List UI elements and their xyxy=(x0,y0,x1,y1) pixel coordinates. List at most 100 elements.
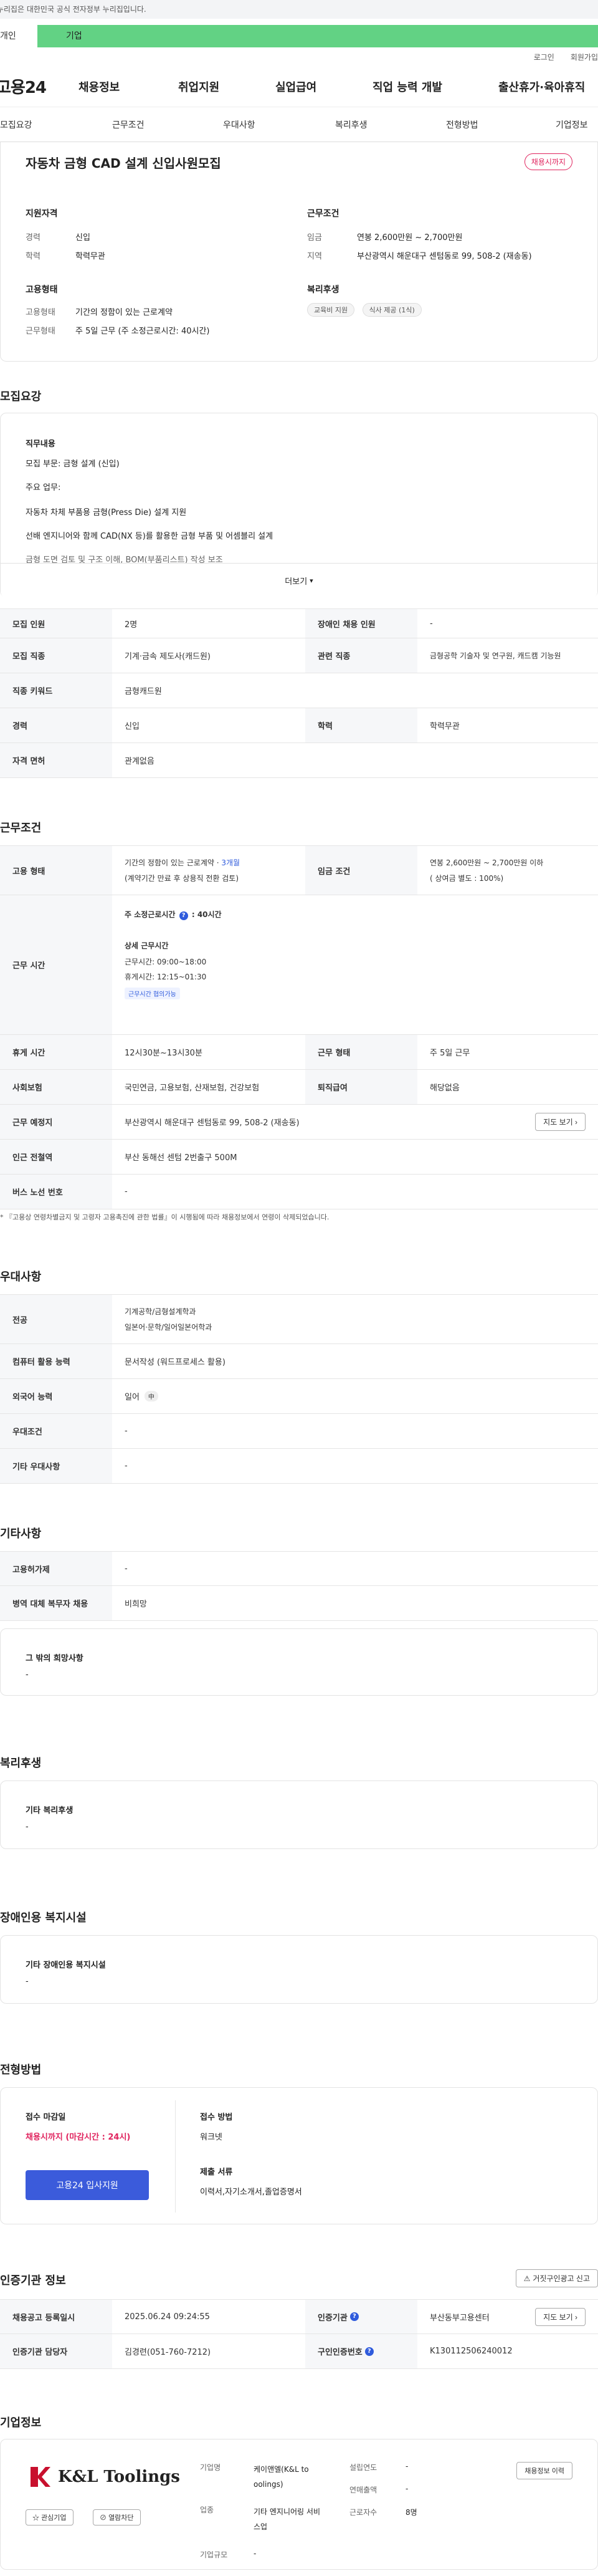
table-row: 컴퓨터 활용 능력 문서작성 (워드프로세스 활용) xyxy=(0,1344,598,1379)
apply-button[interactable]: 고용24 입사지원 xyxy=(26,2170,149,2200)
chevron-down-icon: ▾ xyxy=(310,577,313,585)
nav-jobs[interactable]: 채용정보 xyxy=(78,79,120,95)
wage-value: 연봉 2,600만원 ~ 2,700만원 xyxy=(357,233,463,243)
welfare-chip: 식사 제공 (1식) xyxy=(362,303,422,317)
table-row: 고용 형태 기간의 정함이 있는 근로계약 · 3개월 (계약기간 만료 후 상… xyxy=(0,845,598,895)
signup-link[interactable]: 회원가입 xyxy=(571,52,598,62)
duty-line: 모집 부문: 금형 설계 (신입) xyxy=(26,459,120,469)
nav-employment-support[interactable]: 취업지원 xyxy=(178,79,219,95)
company-card: K&L Toolings ☆ 관심기업 ⊘ 열람차단 기업명 케이앤엘(K&L … xyxy=(0,2439,598,2570)
info-icon[interactable]: ? xyxy=(349,2312,359,2321)
chevron-right-icon: › xyxy=(575,2312,577,2322)
table-row: 버스 노선 번호 - xyxy=(0,1175,598,1209)
work-form-label: 근무형태 xyxy=(26,327,55,336)
duty-line: 주요 업무: xyxy=(26,483,61,493)
edu-label: 학력 xyxy=(26,252,40,261)
info-icon[interactable]: ? xyxy=(364,2347,374,2356)
job-history-button[interactable]: 채용정보 이력 xyxy=(516,2462,572,2479)
subtab-company[interactable]: 기업정보 xyxy=(556,118,588,131)
table-row: 외국어 능력 일어 中 xyxy=(0,1379,598,1414)
welfare-section-title: 복리후생 xyxy=(0,1757,42,1770)
screening-title: 전형방법 xyxy=(0,2064,42,2077)
duty-line: 자동차 차체 부품용 금형(Press Die) 설계 지원 xyxy=(26,508,187,517)
table-row: 병역 대체 복무자 채용 비희망 xyxy=(0,1586,598,1621)
subtab-welfare[interactable]: 복리후생 xyxy=(335,118,368,131)
region-value: 부산광역시 해운대구 센텀동로 99, 508-2 (재송동) xyxy=(357,252,532,261)
tab-personal[interactable]: 개인 xyxy=(0,25,37,47)
welfare-title: 복리후생 xyxy=(307,285,339,295)
job-summary-card: 자동차 금형 CAD 설계 신입사원모집 채용시까지 지원자격 경력 신입 학력… xyxy=(0,142,598,362)
table-row: 인근 전철역 부산 동해선 센텀 2번출구 500M xyxy=(0,1140,598,1175)
level-tag: 中 xyxy=(144,1391,158,1401)
nav-parental-leave[interactable]: 출산휴가·육아휴직 xyxy=(498,79,585,95)
fav-company-button[interactable]: ☆ 관심기업 xyxy=(26,2509,74,2526)
edu-value: 학력무관 xyxy=(75,252,105,261)
info-icon[interactable]: ? xyxy=(179,911,188,920)
nav-unemployment[interactable]: 실업급여 xyxy=(275,79,316,95)
table-row: 사회보험 국민연금, 고용보험, 산재보험, 건강보험 퇴직급여 해당없음 xyxy=(0,1070,598,1105)
emp-type-title: 고용형태 xyxy=(26,285,58,295)
disabled-title: 장애인용 복지시설 xyxy=(0,1911,87,1925)
emp-label: 고용형태 xyxy=(26,308,55,317)
table-row: 기타 우대사항 - xyxy=(0,1449,598,1484)
welfare-card: 기타 복리후생 - xyxy=(0,1781,598,1849)
recruit-title: 모집요강 xyxy=(0,390,42,403)
table-row: 고용허가제 - xyxy=(0,1551,598,1586)
map-button[interactable]: 지도 보기 › xyxy=(535,1113,586,1131)
company-logo: K&L Toolings xyxy=(26,2463,180,2491)
career-value: 신입 xyxy=(75,233,90,243)
table-row: 전공 기계공학/금형설계학과 일본어·문학/일어일본어학과 xyxy=(0,1294,598,1344)
emp-value: 기간의 정함이 있는 근로계약 xyxy=(75,308,173,317)
login-link[interactable]: 로그인 xyxy=(534,52,554,62)
age-note: * 『고용상 연령차별금지 및 고령자 고용촉진에 관한 법률』이 시행됨에 따… xyxy=(0,1213,330,1221)
welfare-chip: 교육비 지원 xyxy=(307,303,355,317)
subtab-screening[interactable]: 전형방법 xyxy=(446,118,478,131)
career-label: 경력 xyxy=(26,233,40,243)
table-row: 근무 예정지 부산광역시 해운대구 센텀동로 99, 508-2 (재송동) 지… xyxy=(0,1105,598,1140)
subtab-recruit[interactable]: 모집요강 xyxy=(0,118,32,131)
disabled-card: 기타 장애인용 복지시설 - xyxy=(0,1935,598,2004)
subtab-prefer[interactable]: 우대사항 xyxy=(223,118,255,131)
main-nav: 고용24 채용정보 취업지원 실업급여 직업 능력 개발 출산휴가·육아휴직 xyxy=(0,66,598,107)
tab-company[interactable]: 기업 xyxy=(37,25,598,47)
agency-map-button[interactable]: 지도 보기 › xyxy=(535,2307,586,2326)
region-label: 지역 xyxy=(307,252,322,261)
util-links: 로그인 회원가입 xyxy=(0,47,598,66)
table-row: 근무 시간 주 소정근로시간 ? : 40시간 상세 근무시간 근무시간: 09… xyxy=(0,895,598,1035)
table-row: 인증기관 담당자 김경련(051-760-7212) 구인인증번호 ? K130… xyxy=(0,2334,598,2369)
company-title: 기업정보 xyxy=(0,2416,42,2429)
contract-months: 3개월 xyxy=(221,858,240,867)
divider xyxy=(175,2100,176,2213)
block-company-button[interactable]: ⊘ 열람차단 xyxy=(93,2509,141,2526)
alert-icon: ⚠ xyxy=(523,2274,531,2283)
duty-title: 직무내용 xyxy=(26,440,55,449)
work-cond-title: 근무조건 xyxy=(307,209,339,219)
hours-negotiable-tag: 근무시간 협의가능 xyxy=(125,988,180,999)
wage-label: 임금 xyxy=(307,233,322,243)
star-icon: ☆ xyxy=(32,2514,39,2522)
status-badge: 채용시까지 xyxy=(524,153,572,170)
table-row: 직종 키워드 금형캐드원 xyxy=(0,673,598,708)
deadline-value: 채용시까지 (마감시간 : 24시) xyxy=(26,2133,131,2142)
duty-line: 선배 엔지니어와 함께 CAD(NX 등)를 활용한 금형 부품 및 어셈블리 … xyxy=(26,532,273,541)
more-button[interactable]: 더보기 ▾ xyxy=(1,563,597,598)
nav-training[interactable]: 직업 능력 개발 xyxy=(373,79,442,95)
table-row: 경력 신입 학력 학력무관 xyxy=(0,708,598,743)
section-tabs: 모집요강 근무조건 우대사항 복리후생 전형방법 기업정보 xyxy=(0,107,598,142)
gov-banner: 이 누리집은 대한민국 공식 전자정부 누리집입니다. xyxy=(0,0,598,19)
table-row: 모집 직종 기계·금속 제도사(캐드원) 관련 직종 금형공학 기술자 및 연구… xyxy=(0,638,598,673)
table-row: 채용공고 등록일시 2025.06.24 09:24:55 인증기관 ? 부산동… xyxy=(0,2299,598,2334)
company-logo-mark xyxy=(27,2464,52,2489)
table-row: 휴게 시간 12시30분~13시30분 근무 형태 주 5일 근무 xyxy=(0,1035,598,1070)
table-row: 모집 인원 2명 장애인 채용 인원 - xyxy=(0,608,598,638)
job-title: 자동차 금형 CAD 설계 신입사원모집 xyxy=(26,156,221,171)
others-extra-card: 그 밖의 희망사항 - xyxy=(0,1628,598,1696)
report-button[interactable]: ⚠ 거짓구인광고 신고 xyxy=(515,2269,598,2287)
prefer-title: 우대사항 xyxy=(0,1271,42,1284)
agency-title: 인증기관 정보 xyxy=(0,2274,66,2287)
conditions-title: 근무조건 xyxy=(0,822,42,835)
site-logo[interactable]: 고용24 xyxy=(0,75,85,98)
apply-qual-title: 지원자격 xyxy=(26,209,58,219)
block-icon: ⊘ xyxy=(100,2514,107,2522)
subtab-conditions[interactable]: 근무조건 xyxy=(112,118,145,131)
